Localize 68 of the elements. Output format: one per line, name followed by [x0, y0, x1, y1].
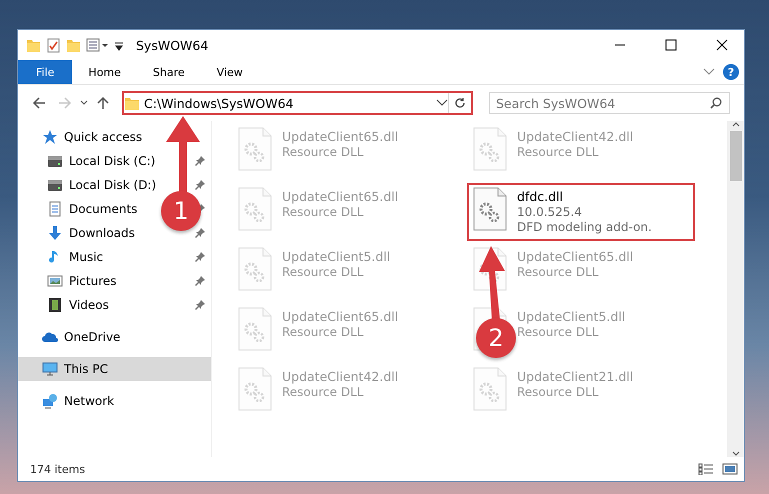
chevron-down-icon[interactable] [436, 99, 448, 107]
file-detail: Resource DLL [282, 385, 364, 399]
sidebar-item[interactable]: Music [69, 250, 104, 264]
sidebar-item[interactable]: Videos [69, 298, 109, 312]
gear-file-icon [473, 187, 507, 231]
folder-icon [124, 95, 140, 111]
sidebar-item[interactable]: Downloads [69, 226, 135, 240]
gear-file-icon [238, 127, 272, 171]
file-detail: Resource DLL [282, 265, 364, 279]
sidebar-item[interactable]: Quick access [64, 130, 142, 144]
gear-file-icon [238, 187, 272, 231]
sidebar-item[interactable]: Local Disk (C:) [69, 154, 156, 168]
file-detail: 10.0.525.4 [517, 205, 583, 219]
file-detail: Resource DLL [517, 325, 600, 339]
recent-locations-icon[interactable] [80, 100, 88, 106]
gear-file-icon [238, 247, 272, 291]
picture-icon [47, 273, 63, 289]
sidebar-item[interactable]: This PC [64, 362, 108, 376]
file-item[interactable]: dfdc.dll 10.0.525.4 DFD modeling add-on. [467, 183, 695, 241]
view-options-icon[interactable] [86, 37, 108, 53]
properties-icon[interactable] [46, 37, 60, 53]
large-icons-view-icon[interactable] [722, 463, 738, 475]
gear-file-icon [473, 367, 507, 411]
file-detail: Resource DLL [282, 325, 364, 339]
gear-file-icon [473, 127, 507, 171]
window-title: SysWOW64 [136, 38, 208, 52]
address-bar[interactable]: C:\Windows\SysWOW64 [122, 91, 473, 115]
sidebar-item[interactable]: Network [64, 394, 114, 408]
ribbon-tab[interactable]: File [18, 60, 72, 84]
refresh-icon [454, 97, 466, 109]
scroll-up-icon[interactable] [732, 121, 740, 127]
forward-arrow-icon [58, 97, 72, 109]
file-detail: Resource DLL [517, 385, 600, 399]
file-detail: Resource DLL [517, 145, 600, 159]
help-button[interactable]: ? [723, 64, 739, 80]
drive-icon [47, 177, 63, 193]
item-count: 174 items [30, 462, 86, 476]
ribbon-tab[interactable]: View [200, 60, 259, 84]
details-view-icon[interactable] [698, 463, 714, 475]
close-icon [716, 39, 728, 51]
file-name: dfdc.dll [517, 189, 564, 204]
search-icon[interactable] [710, 97, 722, 109]
document-icon [47, 201, 63, 217]
download-arrow-icon [47, 225, 63, 241]
sidebar-item[interactable]: Local Disk (D:) [69, 178, 156, 192]
scroll-down-icon[interactable] [732, 451, 740, 457]
search-field[interactable]: Search SysWOW64 [489, 92, 730, 114]
network-icon [42, 393, 58, 409]
up-arrow-icon [97, 96, 109, 110]
file-detail: Resource DLL [282, 205, 364, 219]
file-detail: Resource DLL [517, 265, 600, 279]
sidebar-item[interactable]: Pictures [69, 274, 117, 288]
gear-file-icon [238, 307, 272, 351]
scrollbar-thumb[interactable] [730, 131, 742, 181]
sidebar-item[interactable]: OneDrive [64, 330, 120, 344]
star-icon [42, 129, 58, 145]
file-detail: DFD modeling add-on. [517, 220, 652, 234]
scrollbar[interactable] [727, 121, 744, 457]
monitor-icon [42, 361, 58, 377]
drive-icon [47, 153, 63, 169]
back-arrow-icon [32, 97, 46, 109]
ribbon-tab[interactable]: Home [72, 60, 137, 84]
film-icon [47, 297, 63, 313]
gear-file-icon [238, 367, 272, 411]
ribbon-tab[interactable]: Share [136, 60, 201, 84]
file-detail: Resource DLL [282, 145, 364, 159]
maximize-icon [664, 39, 676, 51]
sidebar-item[interactable]: Documents [69, 202, 138, 216]
